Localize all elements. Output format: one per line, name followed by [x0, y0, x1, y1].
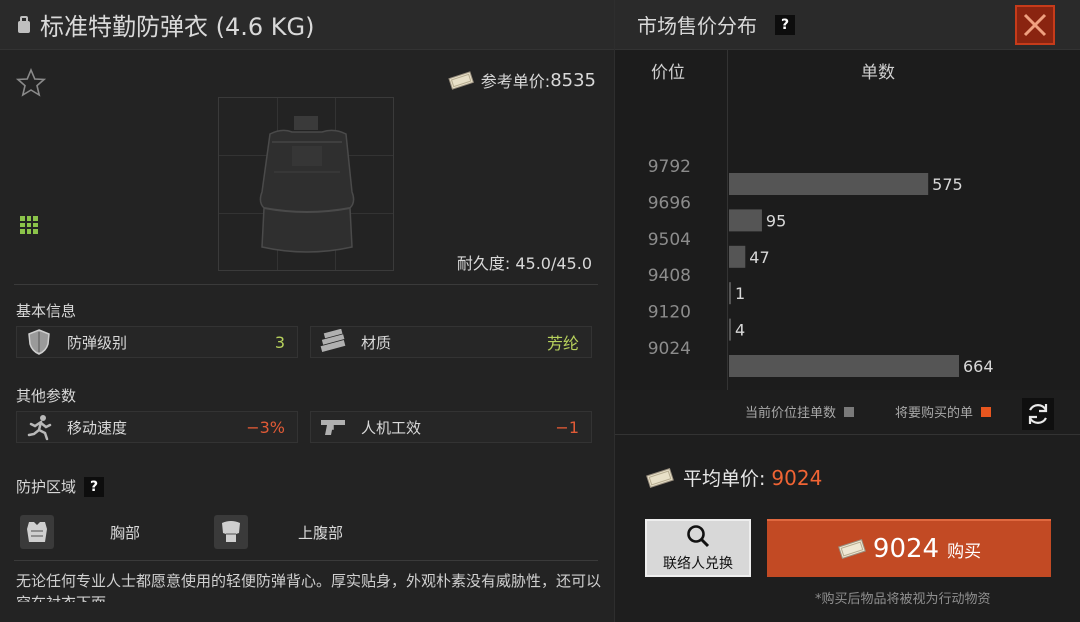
material-label: 材质: [361, 333, 392, 352]
zone-chest: 胸部: [20, 512, 200, 552]
refresh-button[interactable]: [1022, 398, 1054, 430]
legend-to-buy-swatch: [981, 406, 992, 417]
favorite-star-icon[interactable]: [16, 68, 46, 98]
price-tick-label: 9024: [648, 339, 691, 359]
item-description: 无论任何专业人士都愿意使用的轻便防弹背心。厚实贴身，外观朴素没有威胁性，还可以穿…: [16, 572, 601, 602]
move-speed-value: −3%: [246, 417, 285, 437]
weight-icon: [18, 15, 30, 33]
legend-to-buy-label: 将要购买的单: [895, 406, 974, 421]
price-distribution-chart: 价位 单数 9792 575 9696 95 9504 47 9408 1 9120 4 9024 6…: [615, 50, 1080, 390]
help-icon[interactable]: ?: [84, 476, 105, 497]
durability: 耐久度: 45.0/45.0: [456, 254, 592, 273]
chest-armor-icon: [20, 515, 54, 549]
market-title: 市场售价分布: [637, 14, 757, 38]
price-tick-label: 9696: [648, 193, 691, 213]
count-value-label: 95: [766, 211, 786, 230]
move-speed-row: 移动速度 −3%: [16, 411, 298, 443]
armor-level-label: 防弹级别: [67, 333, 128, 352]
zone-upper-abdomen: 上腹部: [214, 512, 394, 552]
legend-current-swatch: [844, 406, 855, 417]
legend-current-label: 当前价位挂单数: [745, 406, 837, 421]
price-tick-label: 9504: [648, 230, 691, 250]
buy-label: 购买: [947, 541, 982, 562]
refresh-icon[interactable]: [1025, 401, 1051, 427]
item-detail-panel: 标准特勤防弹衣 (4.6 KG) 参考单价: 8535 耐久度: 45.0/45…: [0, 0, 614, 622]
price-tick-label: 9792: [648, 157, 691, 177]
upper-abdomen-armor-icon: [214, 515, 248, 549]
money-icon: [838, 538, 866, 560]
ergonomics-label: 人机工效: [361, 418, 422, 437]
count-bar: [729, 209, 762, 232]
market-panel: 市场售价分布 ? 价位 单数 9792 575 9696 95 9504 47 9408 1 9…: [614, 0, 1080, 622]
ergonomics-value: −1: [555, 417, 579, 437]
divider: [615, 434, 1080, 435]
legend-to-buy: 将要购买的单: [895, 402, 992, 421]
other-params-heading: 其他参数: [16, 387, 77, 405]
protection-zone-label: 防护区域: [16, 478, 77, 496]
close-icon[interactable]: [1022, 12, 1048, 38]
divider: [14, 284, 598, 285]
ergonomics-row: 人机工效 −1: [310, 411, 592, 443]
inventory-grid-icon: [20, 216, 38, 234]
count-bar: [729, 318, 731, 341]
count-value-label: 664: [963, 357, 994, 376]
legend-current: 当前价位挂单数: [745, 402, 855, 421]
material-icon: [317, 328, 349, 356]
contact-exchange-label: 联络人兑换: [663, 556, 733, 572]
divider: [14, 560, 598, 561]
buy-button[interactable]: 9024 购买: [767, 519, 1051, 577]
count-value-label: 4: [735, 321, 745, 340]
average-price-value: 9024: [771, 465, 823, 490]
body-armor-vest-image: [259, 116, 355, 253]
count-bar: [729, 245, 746, 268]
material-value: 芳纶: [546, 334, 579, 353]
shield-icon: [23, 328, 55, 356]
average-price: 平均单价: 9024: [645, 464, 822, 491]
reference-price: 参考单价: 8535: [447, 68, 596, 92]
protection-zone-heading: 防护区域 ?: [16, 476, 105, 497]
zone-upper-abdomen-label: 上腹部: [298, 523, 344, 542]
count-value-label: 1: [735, 284, 745, 303]
buy-note: *购买后物品将被视为行动物资: [815, 592, 991, 607]
basic-info-heading: 基本信息: [16, 302, 77, 320]
count-bar: [729, 355, 959, 377]
count-bar: [729, 173, 929, 195]
price-tick-label: 9408: [648, 266, 691, 286]
running-icon: [23, 413, 55, 441]
contact-exchange-button[interactable]: 联络人兑换: [645, 519, 751, 577]
average-price-label: 平均单价:: [683, 468, 766, 490]
buy-price: 9024: [872, 534, 940, 564]
count-value-label: 575: [932, 175, 963, 194]
zone-chest-label: 胸部: [110, 523, 141, 542]
material-row: 材质 芳纶: [310, 326, 592, 358]
market-help-icon[interactable]: ?: [775, 14, 795, 35]
count-bar: [729, 282, 731, 305]
count-value-label: 47: [749, 248, 769, 267]
search-icon: [687, 525, 710, 548]
item-title: 标准特勤防弹衣 (4.6 KG): [40, 13, 315, 41]
reference-price-value: 8535: [550, 69, 596, 91]
close-button[interactable]: [1015, 5, 1055, 45]
market-title-bar: 市场售价分布 ?: [615, 0, 1080, 50]
price-tick-label: 9120: [648, 303, 691, 323]
money-icon: [448, 71, 474, 90]
reference-price-label: 参考单价:: [480, 72, 551, 91]
pistol-icon: [317, 413, 349, 441]
armor-level-value: 3: [274, 332, 285, 352]
money-icon: [646, 467, 674, 488]
armor-level-row: 防弹级别 3: [16, 326, 298, 358]
move-speed-label: 移动速度: [67, 418, 128, 437]
title-bar: 标准特勤防弹衣 (4.6 KG): [0, 0, 614, 50]
price-distribution-svg: 9792 575 9696 95 9504 47 9408 1 9120 4 9024 664: [648, 157, 994, 377]
